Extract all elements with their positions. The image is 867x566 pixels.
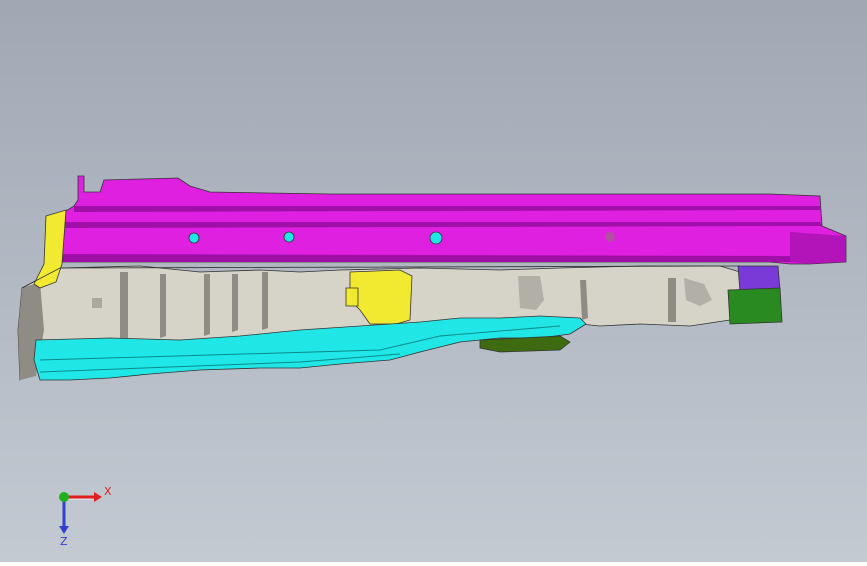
rail-hole-3 — [429, 231, 443, 245]
y-axis-dot — [59, 492, 69, 502]
rail-hole-2 — [283, 231, 295, 243]
rail-hole-4 — [605, 232, 615, 242]
z-axis-head — [59, 526, 69, 534]
x-axis-label: X — [104, 485, 112, 498]
z-axis-label: Z — [60, 535, 68, 548]
coordinate-triad: X Z — [30, 470, 140, 555]
triad-graphic — [59, 492, 102, 534]
x-axis-head — [94, 492, 102, 502]
rail-hole-1 — [188, 232, 200, 244]
cad-3d-viewport[interactable]: X Z — [0, 0, 867, 562]
